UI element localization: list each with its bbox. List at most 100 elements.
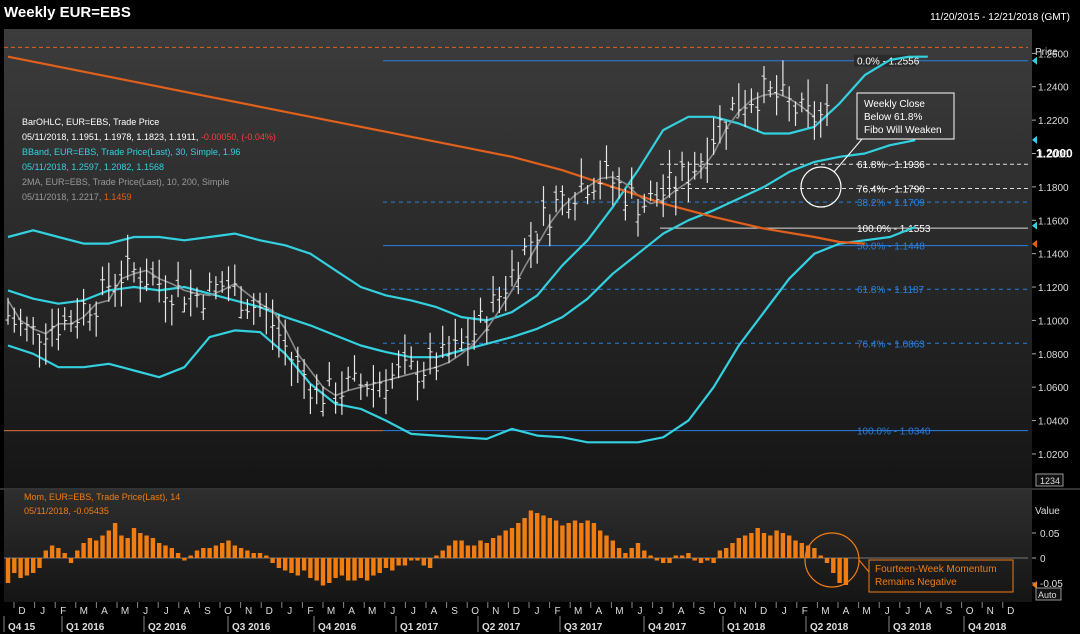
month-label: M: [80, 606, 88, 617]
momentum-bar: [138, 533, 143, 558]
fibo-label: 38.2% - 1.1709: [857, 198, 925, 209]
momentum-bar: [49, 545, 55, 558]
momentum-legend-values: 05/11/2018, -0.05435: [24, 506, 109, 516]
momentum-bar: [175, 553, 181, 558]
momentum-bar: [478, 540, 483, 558]
price-tick-label: 1.0600: [1038, 383, 1069, 394]
momentum-bar: [654, 558, 660, 561]
momentum-bar: [799, 543, 804, 558]
month-label: O: [471, 606, 479, 617]
quarter-label: Q3 2016: [232, 622, 271, 633]
chart-canvas[interactable]: 0.0% - 1.255661.8% - 1.193676.4% - 1.179…: [0, 0, 1080, 634]
legend-ma-name: 2MA, EUR=EBS, Trade Price(Last), 10, 200…: [22, 177, 229, 187]
price-tick-label: 1.0800: [1038, 350, 1069, 361]
month-label: S: [204, 606, 211, 617]
momentum-bar: [465, 545, 471, 558]
momentum-bar: [705, 558, 710, 561]
momentum-bar: [616, 548, 622, 558]
month-label: A: [101, 606, 108, 617]
last-price-label: 1.2000: [1036, 147, 1073, 161]
momentum-bar: [484, 543, 489, 558]
quarter-label: Q3 2018: [893, 622, 932, 633]
momentum-bar: [371, 558, 376, 576]
momentum-bar: [364, 558, 370, 581]
month-label: J: [885, 606, 890, 617]
momentum-bar: [301, 558, 307, 571]
momentum-bar: [125, 538, 130, 558]
price-tick-label: 1.1000: [1038, 316, 1069, 327]
momentum-bar: [742, 535, 748, 558]
month-label: A: [431, 606, 438, 617]
legend-ma-value2: 1.1459: [104, 192, 132, 202]
momentum-bar: [390, 558, 395, 571]
momentum-bar: [264, 555, 269, 558]
month-label: D: [1007, 606, 1014, 617]
momentum-bar: [661, 558, 666, 563]
momentum-bar: [818, 555, 823, 558]
momentum-bar: [623, 553, 628, 558]
momentum-bar: [579, 523, 584, 558]
momentum-bar: [717, 550, 723, 558]
month-label: A: [678, 606, 685, 617]
momentum-bar: [472, 545, 477, 558]
momentum-bar: [427, 558, 433, 568]
month-label: M: [368, 606, 376, 617]
momentum-bar: [37, 558, 42, 568]
annotation-line-3: Fibo Will Weaken: [864, 125, 942, 136]
quarter-label: Q2 2016: [148, 622, 187, 633]
momentum-bar: [283, 558, 288, 571]
momentum-bar: [686, 553, 691, 558]
fibo-label: 100.0% - 1.0340: [857, 427, 931, 438]
price-tick-label: 1.2200: [1038, 116, 1069, 127]
legend-bband-name: BBand, EUR=EBS, Trade Price(Last), 30, S…: [22, 147, 240, 157]
momentum-bar: [667, 558, 672, 563]
month-label: A: [348, 606, 355, 617]
momentum-bar: [642, 550, 647, 558]
legend-ma-values: 05/11/2018, 1.2217, 1.1459: [22, 192, 131, 202]
month-label: D: [18, 606, 25, 617]
momentum-bar: [339, 558, 345, 576]
momentum-bar: [453, 540, 458, 558]
fibo-label: 76.4% - 1.0863: [857, 339, 925, 350]
momentum-bar: [528, 510, 534, 558]
month-label: M: [574, 606, 582, 617]
momentum-bar: [566, 523, 571, 558]
momentum-bar: [724, 548, 729, 558]
momentum-bar: [787, 535, 792, 558]
momentum-bar: [201, 548, 206, 558]
momentum-bar: [648, 555, 653, 558]
momentum-bar: [610, 540, 615, 558]
month-label: N: [987, 606, 994, 617]
quarter-label: Q2 2017: [482, 622, 521, 633]
quarter-label: Q4 2016: [318, 622, 357, 633]
momentum-bar: [320, 558, 326, 586]
momentum-bar: [383, 558, 389, 568]
momentum-bar: [251, 553, 256, 558]
momentum-bar: [213, 545, 219, 558]
momentum-bar: [377, 558, 382, 573]
momentum-bar: [446, 545, 452, 558]
momentum-bar: [31, 558, 36, 573]
momentum-legend-name: Mom, EUR=EBS, Trade Price(Last), 14: [24, 492, 180, 502]
momentum-bar: [276, 558, 282, 568]
month-label: J: [905, 606, 910, 617]
momentum-bar: [333, 558, 338, 578]
month-label: F: [802, 606, 808, 617]
momentum-bar: [18, 558, 23, 578]
legend-bar-name: BarOHLC, EUR=EBS, Trade Price: [22, 117, 159, 127]
price-tick-label: 1.1800: [1038, 183, 1069, 194]
momentum-bar: [346, 558, 351, 581]
momentum-bar: [749, 533, 754, 558]
momentum-bar: [352, 558, 357, 581]
month-label: J: [164, 606, 169, 617]
price-tick-label: 1.0400: [1038, 417, 1069, 428]
momentum-bar: [497, 535, 502, 558]
momentum-bar: [440, 550, 445, 558]
month-label: O: [966, 606, 974, 617]
momentum-bar: [245, 550, 250, 558]
momentum-bar: [736, 538, 741, 558]
momentum-bar: [572, 520, 578, 558]
momentum-bar: [535, 513, 540, 558]
month-label: O: [719, 606, 727, 617]
momentum-bar: [490, 538, 496, 558]
